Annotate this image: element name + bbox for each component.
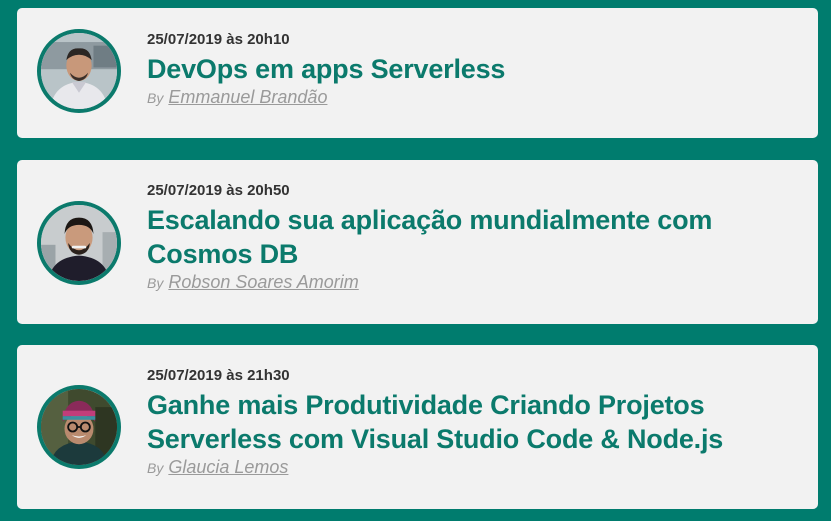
author-link[interactable]: Glaucia Lemos (168, 457, 288, 477)
by-label: By (147, 275, 164, 291)
session-card: 25/07/2019 às 20h50 Escalando sua aplica… (17, 160, 818, 324)
speaker-avatar (37, 29, 121, 113)
by-label: By (147, 90, 164, 106)
person-photo-icon (41, 33, 117, 109)
person-photo-icon (41, 205, 117, 281)
session-title: DevOps em apps Serverless (147, 54, 506, 84)
author-link[interactable]: Robson Soares Amorim (168, 272, 358, 292)
session-byline: By Glaucia Lemos (147, 457, 798, 478)
author-link[interactable]: Emmanuel Brandão (168, 87, 327, 107)
session-byline: By Emmanuel Brandão (147, 87, 798, 108)
session-byline: By Robson Soares Amorim (147, 272, 798, 293)
speaker-avatar (37, 201, 121, 285)
session-card: 25/07/2019 às 21h30 Ganhe mais Produtivi… (17, 345, 818, 509)
by-label: By (147, 460, 164, 476)
session-date: 25/07/2019 às 20h50 (147, 182, 290, 199)
session-card: 25/07/2019 às 20h10 DevOps em apps Serve… (17, 8, 818, 138)
session-title: Escalando sua aplicação mundialmente com… (147, 205, 713, 269)
speaker-avatar (37, 385, 121, 469)
session-title: Ganhe mais Produtividade Criando Projeto… (147, 390, 724, 454)
person-photo-icon (41, 389, 117, 465)
session-date: 25/07/2019 às 21h30 (147, 367, 290, 384)
session-date: 25/07/2019 às 20h10 (147, 31, 290, 48)
